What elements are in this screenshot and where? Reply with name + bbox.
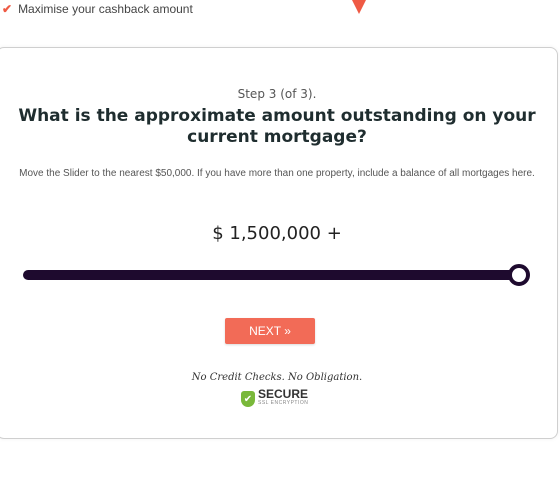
secure-label: SECURE	[258, 387, 309, 401]
arrow-down-icon	[352, 0, 366, 14]
no-credit-check-note: No Credit Checks. No Obligation.	[191, 372, 363, 383]
step-indicator: Step 3 (of 3).	[237, 87, 317, 101]
secure-badge: ✔ SECURE SSL ENCRYPTION	[241, 387, 309, 408]
benefit-item: ✔ Maximise your cashback amount	[2, 2, 193, 16]
next-button[interactable]: NEXT »	[225, 318, 315, 344]
checkmark-icon: ✔	[2, 2, 13, 16]
shield-check-icon: ✔	[241, 391, 255, 407]
slider-hint: Move the Slider to the nearest $50,000. …	[19, 168, 535, 179]
benefit-text: Maximise your cashback amount	[18, 2, 193, 16]
form-card: Step 3 (of 3). What is the approximate a…	[0, 47, 558, 439]
amount-display: $ 1,500,000 +	[212, 223, 342, 244]
mortgage-slider-track[interactable]	[23, 270, 523, 280]
question-heading: What is the approximate amount outstandi…	[18, 106, 536, 147]
mortgage-slider-thumb[interactable]	[508, 264, 530, 286]
secure-sublabel: SSL ENCRYPTION	[258, 400, 309, 406]
